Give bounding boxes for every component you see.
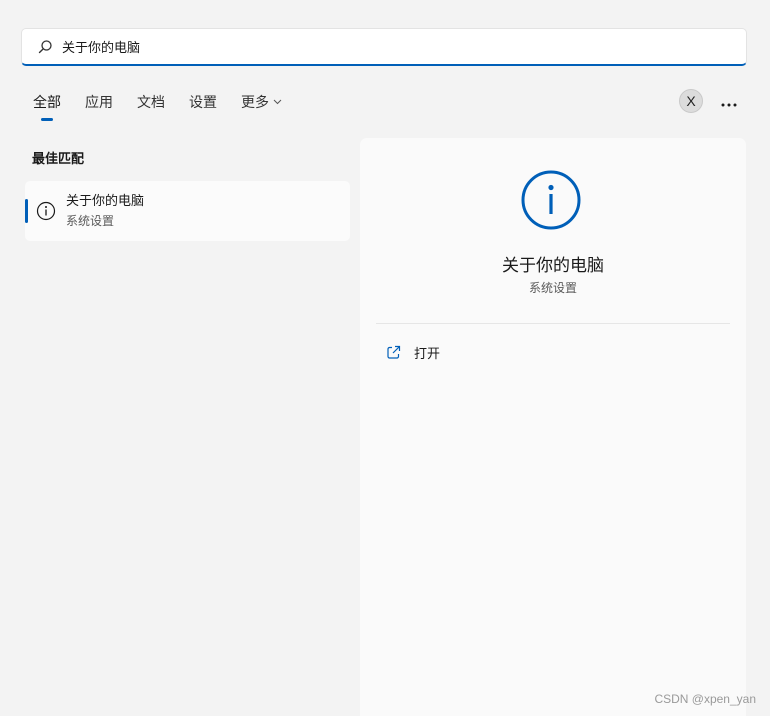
open-external-icon: [384, 343, 402, 361]
open-action-label: 打开: [414, 346, 441, 362]
search-box[interactable]: [21, 28, 747, 66]
best-match-result[interactable]: 关于你的电脑 系统设置: [25, 181, 350, 241]
tab-more[interactable]: 更多: [241, 91, 282, 113]
info-icon: [520, 169, 582, 231]
user-avatar[interactable]: X: [679, 89, 703, 113]
tab-all[interactable]: 全部: [33, 91, 61, 113]
more-options-button[interactable]: [716, 90, 742, 112]
detail-subtitle: 系统设置: [528, 281, 577, 295]
search-input[interactable]: [62, 39, 662, 54]
tab-apps[interactable]: 应用: [85, 91, 113, 113]
tab-settings[interactable]: 设置: [189, 91, 217, 113]
best-match-heading: 最佳匹配: [32, 152, 85, 167]
watermark: CSDN @xpen_yan: [654, 692, 756, 706]
result-subtitle: 系统设置: [66, 213, 115, 228]
tab-documents[interactable]: 文档: [137, 91, 165, 113]
chevron-down-icon: [273, 99, 282, 105]
search-icon: [36, 38, 54, 56]
info-icon: [36, 201, 56, 221]
open-action[interactable]: 打开: [384, 340, 440, 364]
filter-tabs: 全部 应用 文档 设置 更多: [33, 91, 306, 113]
divider: [376, 323, 730, 324]
result-title: 关于你的电脑: [66, 193, 145, 209]
selection-indicator: [25, 199, 28, 223]
detail-title: 关于你的电脑: [502, 256, 604, 276]
detail-pane: 关于你的电脑 系统设置 打开: [360, 138, 746, 716]
ellipsis-icon: [721, 92, 737, 111]
